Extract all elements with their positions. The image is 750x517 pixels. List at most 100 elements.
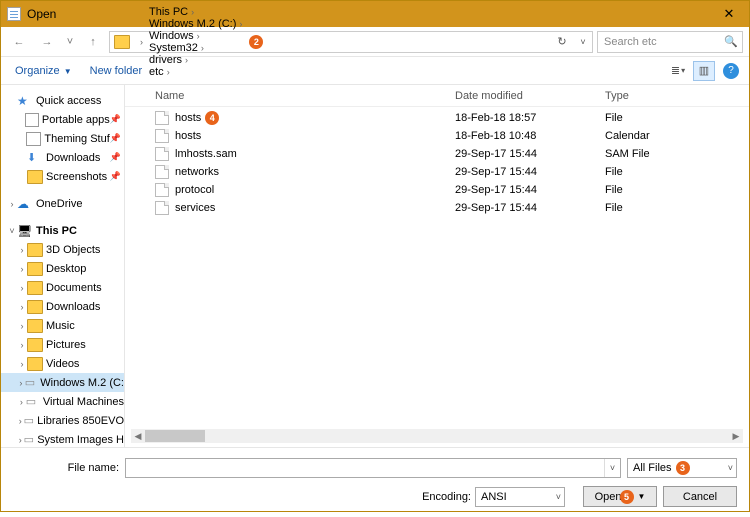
encoding-label: Encoding: xyxy=(422,491,471,503)
up-button[interactable]: ↑ xyxy=(81,31,105,53)
crumb[interactable]: Windows M.2 (C:)› xyxy=(146,18,245,30)
annotation-badge-3: 3 xyxy=(676,461,690,475)
filename-drop[interactable]: ˅ xyxy=(604,459,620,477)
drive-item[interactable]: ›Libraries 850EVO xyxy=(1,411,124,430)
organize-menu[interactable]: Organize ▼ xyxy=(11,63,76,79)
encoding-select[interactable]: ANSI˅ xyxy=(475,487,565,507)
drive-item[interactable]: ›Windows M.2 (C: xyxy=(1,373,124,392)
pinned-item[interactable]: Theming Stuf📌 xyxy=(1,129,124,148)
pinned-item[interactable]: Screenshots📌 xyxy=(1,167,124,186)
star-icon xyxy=(17,94,33,108)
back-button[interactable]: ← xyxy=(7,31,31,53)
toolbar: Organize ▼ New folder ≣▾ ▥ ? xyxy=(1,57,749,85)
folder-icon xyxy=(27,243,43,257)
help-button[interactable]: ? xyxy=(723,63,739,79)
column-headers[interactable]: Name Date modified Type xyxy=(125,85,749,107)
drive-item[interactable]: ›Virtual Machines xyxy=(1,392,124,411)
pc-folder[interactable]: ›3D Objects xyxy=(1,240,124,259)
file-icon xyxy=(155,165,169,179)
file-row[interactable]: services29-Sep-17 15:44File xyxy=(125,199,749,217)
file-row[interactable]: protocol29-Sep-17 15:44File xyxy=(125,181,749,199)
pc-folder[interactable]: ›Videos xyxy=(1,354,124,373)
annotation-badge-2: 2 xyxy=(249,35,263,49)
history-drop[interactable]: ˅ xyxy=(63,31,77,53)
address-bar[interactable]: › This PC›Windows M.2 (C:)›Windows›Syste… xyxy=(109,31,593,53)
file-icon xyxy=(155,111,169,125)
drive-icon xyxy=(26,395,40,409)
window-title: Open xyxy=(27,7,709,21)
folder-icon xyxy=(27,170,43,184)
crumb[interactable]: This PC› xyxy=(146,6,245,18)
drive-icon xyxy=(24,414,35,428)
drive-icon xyxy=(25,376,37,390)
generic-icon xyxy=(25,113,39,127)
this-pc-node[interactable]: ˅This PC xyxy=(1,221,124,240)
window-icon xyxy=(7,7,21,21)
search-icon: 🔍 xyxy=(724,35,738,48)
file-row[interactable]: hosts418-Feb-18 18:57File xyxy=(125,109,749,127)
folder-icon xyxy=(27,281,43,295)
generic-icon xyxy=(26,132,41,146)
annotation-badge-4: 4 xyxy=(205,111,219,125)
drive-icon xyxy=(24,433,35,447)
nav-pane: Quick access Portable apps📌Theming Stuf📌… xyxy=(1,85,125,447)
scroll-thumb[interactable] xyxy=(145,430,205,442)
file-row[interactable]: networks29-Sep-17 15:44File xyxy=(125,163,749,181)
onedrive-node[interactable]: ›OneDrive xyxy=(1,194,124,213)
pc-folder[interactable]: ›Music xyxy=(1,316,124,335)
col-type[interactable]: Type xyxy=(605,90,749,102)
refresh-button[interactable]: ↻ xyxy=(552,35,572,48)
cancel-button[interactable]: Cancel xyxy=(663,486,737,507)
folder-icon xyxy=(27,338,43,352)
quick-access[interactable]: Quick access xyxy=(1,91,124,110)
file-list-area: Name Date modified Type hosts418-Feb-18 … xyxy=(125,85,749,447)
folder-icon xyxy=(27,300,43,314)
crumb[interactable]: drivers› xyxy=(146,54,245,66)
dl-icon xyxy=(27,151,43,165)
folder-icon xyxy=(27,319,43,333)
pinned-item[interactable]: Portable apps📌 xyxy=(1,110,124,129)
drive-item[interactable]: ›System Images H xyxy=(1,430,124,447)
forward-button[interactable]: → xyxy=(35,31,59,53)
open-button[interactable]: Open 5 ▼ xyxy=(583,486,657,507)
annotation-badge-5: 5 xyxy=(620,490,634,504)
close-button[interactable]: ✕ xyxy=(709,1,749,27)
pc-icon xyxy=(17,224,33,238)
file-type-filter[interactable]: All Files 3 ˅ xyxy=(627,458,737,478)
new-folder-button[interactable]: New folder xyxy=(90,65,143,77)
search-placeholder: Search etc xyxy=(604,36,657,48)
nav-row: ← → ˅ ↑ › This PC›Windows M.2 (C:)›Windo… xyxy=(1,27,749,57)
preview-pane-toggle[interactable]: ▥ xyxy=(693,61,715,81)
file-icon xyxy=(155,201,169,215)
file-row[interactable]: hosts18-Feb-18 10:48Calendar xyxy=(125,127,749,145)
folder-icon xyxy=(114,35,130,49)
view-options[interactable]: ≣▾ xyxy=(667,61,689,81)
filename-input[interactable]: ˅ xyxy=(125,458,621,478)
titlebar: Open ✕ xyxy=(1,1,749,27)
pc-folder[interactable]: ›Documents xyxy=(1,278,124,297)
col-name[interactable]: Name xyxy=(155,90,455,102)
cloud-icon xyxy=(17,197,33,211)
file-icon xyxy=(155,147,169,161)
horizontal-scrollbar[interactable]: ◀ ▶ xyxy=(131,429,743,443)
pc-folder[interactable]: ›Downloads xyxy=(1,297,124,316)
file-icon xyxy=(155,129,169,143)
scroll-left[interactable]: ◀ xyxy=(131,431,145,442)
filename-label: File name: xyxy=(13,462,125,474)
bottom-panel: File name: ˅ All Files 3 ˅ Encoding: ANS… xyxy=(1,447,749,517)
crumb[interactable]: › xyxy=(134,32,146,52)
folder-icon xyxy=(27,357,43,371)
search-input[interactable]: Search etc 🔍 xyxy=(597,31,743,53)
address-drop[interactable]: ˅ xyxy=(576,37,590,47)
pc-folder[interactable]: ›Pictures xyxy=(1,335,124,354)
scroll-right[interactable]: ▶ xyxy=(729,431,743,442)
folder-icon xyxy=(27,262,43,276)
col-date[interactable]: Date modified xyxy=(455,90,605,102)
crumb[interactable]: System32› xyxy=(146,42,245,54)
pc-folder[interactable]: ›Desktop xyxy=(1,259,124,278)
file-icon xyxy=(155,183,169,197)
pinned-item[interactable]: Downloads📌 xyxy=(1,148,124,167)
crumb[interactable]: etc› xyxy=(146,66,245,78)
crumb[interactable]: Windows› xyxy=(146,30,245,42)
file-row[interactable]: lmhosts.sam29-Sep-17 15:44SAM File xyxy=(125,145,749,163)
